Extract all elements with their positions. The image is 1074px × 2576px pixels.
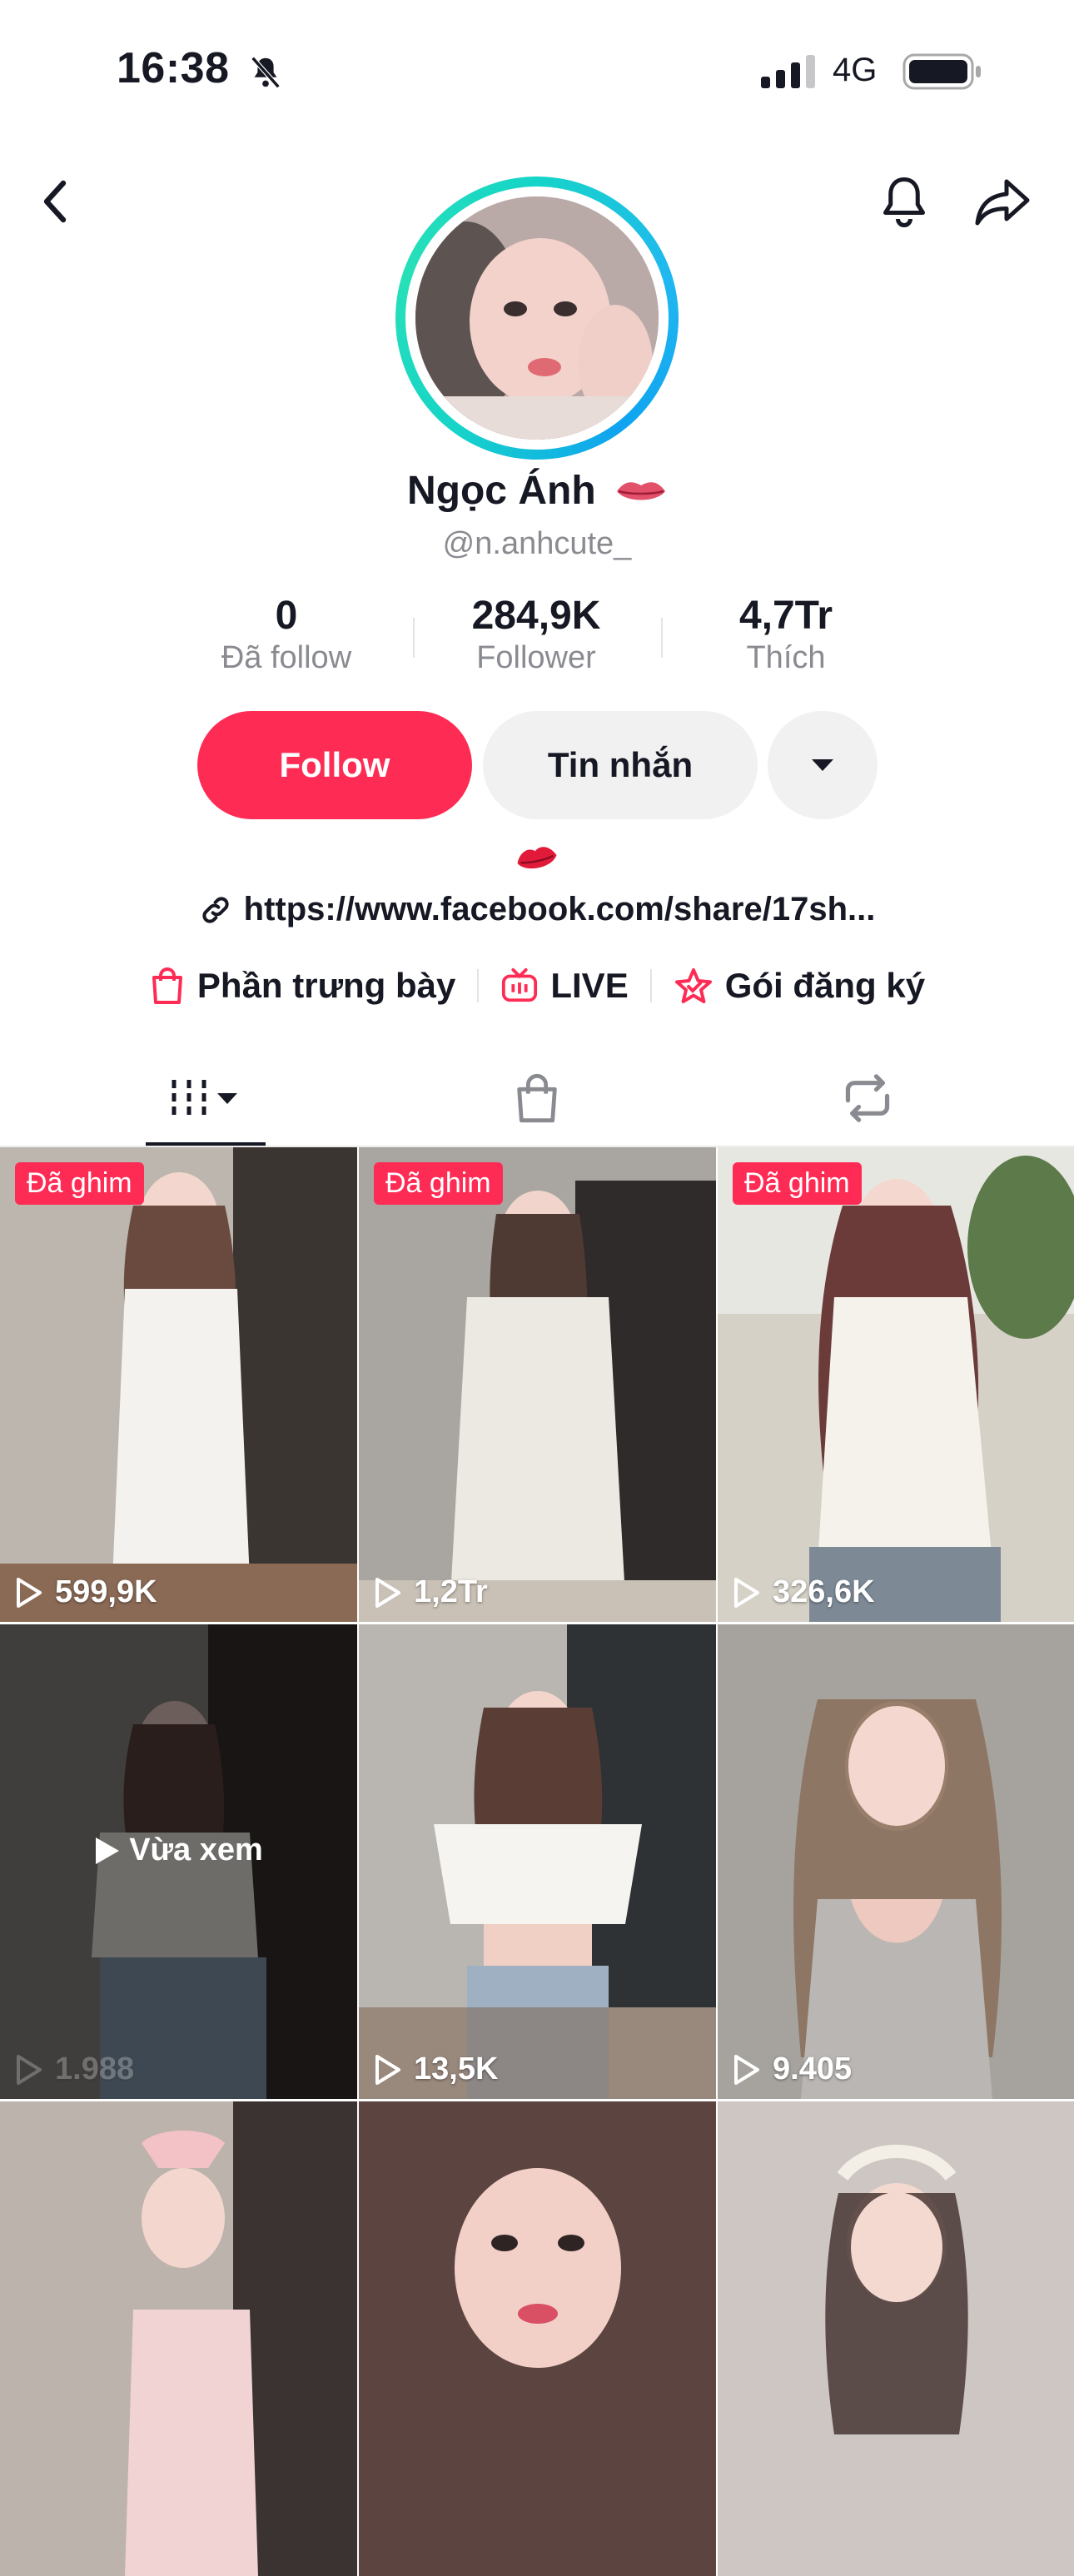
view-count: 1,2Tr — [374, 1574, 488, 1610]
play-outline-icon — [17, 1577, 42, 1608]
video-thumbnail[interactable] — [0, 2101, 357, 2576]
subscription-star-icon — [674, 968, 712, 1003]
stat-divider — [661, 618, 663, 658]
view-count: 326,6K — [733, 1574, 875, 1610]
video-thumbnail[interactable]: Đã ghim 599,9K — [0, 1147, 357, 1622]
stat-likes[interactable]: 4,7Tr Thích — [678, 593, 894, 676]
pinned-badge: Đã ghim — [15, 1162, 144, 1205]
video-thumbnail[interactable] — [718, 2101, 1074, 2576]
video-grid: Đã ghim 599,9K Đã ghim 1,2Tr Đã ghim 326… — [0, 1147, 1074, 2576]
stat-followers[interactable]: 284,9K Follower — [428, 593, 644, 676]
view-count-text: 1,2Tr — [414, 1574, 488, 1609]
share-arrow-icon — [975, 179, 1030, 226]
play-outline-icon — [375, 1577, 400, 1608]
stat-likes-value: 4,7Tr — [738, 594, 833, 638]
video-thumbnail-image — [718, 1624, 1074, 2099]
network-type: 4G — [833, 52, 878, 88]
view-count-text: 599,9K — [55, 1574, 157, 1609]
recently-watched-label: Vừa xem — [0, 1833, 357, 1868]
tab-videos[interactable] — [146, 1051, 266, 1146]
play-outline-icon — [734, 2054, 759, 2085]
view-count-text: 326,6K — [773, 1574, 875, 1609]
grid-videos-icon — [172, 1080, 237, 1116]
tab-reposts[interactable] — [808, 1051, 927, 1146]
video-thumbnail[interactable]: Vừa xem 1.988 — [0, 1624, 357, 2099]
stat-followers-label: Follower — [476, 640, 596, 675]
suggested-accounts-button[interactable] — [768, 711, 878, 819]
lips-emoji-icon — [615, 470, 667, 516]
video-thumbnail-image — [0, 1147, 357, 1622]
shopping-bag-icon — [152, 967, 182, 1004]
notification-button[interactable] — [874, 171, 934, 234]
feature-live-label: LIVE — [550, 966, 629, 1005]
feature-live[interactable]: LIVE — [479, 966, 649, 1006]
stat-likes-label: Thích — [746, 640, 826, 675]
play-outline-icon — [17, 2054, 42, 2085]
feature-showcase[interactable]: Phần trưng bày — [127, 966, 477, 1006]
view-count: 9.405 — [733, 2051, 852, 2087]
avatar[interactable] — [395, 177, 679, 460]
view-count-text: 9.405 — [773, 2051, 853, 2086]
bag-icon — [517, 1074, 557, 1123]
tab-shop[interactable] — [477, 1051, 597, 1146]
view-count-text: 13,5K — [414, 2051, 499, 2086]
video-thumbnail-image — [0, 2101, 357, 2576]
play-filled-icon — [96, 1837, 120, 1864]
play-outline-icon — [734, 1577, 759, 1608]
stat-divider — [413, 618, 415, 658]
view-count-text: 1.988 — [55, 2051, 135, 2086]
feature-subscription-label: Gói đăng ký — [724, 966, 926, 1005]
video-thumbnail[interactable]: 9.405 — [718, 1624, 1074, 2099]
recently-watched-text: Vừa xem — [129, 1833, 263, 1867]
video-thumbnail[interactable]: Đã ghim 326,6K — [718, 1147, 1074, 1622]
repost-icon — [845, 1074, 890, 1122]
video-thumbnail-image — [359, 2101, 716, 2576]
message-button[interactable]: Tin nhắn — [483, 711, 758, 819]
view-count: 599,9K — [15, 1574, 157, 1610]
bio-link-text: https://www.facebook.com/share/17sh... — [243, 891, 876, 927]
feature-subscription[interactable]: Gói đăng ký — [652, 966, 947, 1006]
play-outline-icon — [375, 2054, 400, 2085]
share-button[interactable] — [971, 171, 1034, 234]
video-thumbnail[interactable] — [359, 2101, 716, 2576]
profile-features: Phần trưng bày LIVE Gói đăng ký — [0, 966, 1074, 1006]
avatar-image — [415, 196, 659, 440]
video-thumbnail-image — [359, 1147, 716, 1622]
profile-name-text: Ngọc Ánh — [407, 469, 596, 513]
link-icon — [202, 896, 229, 923]
video-thumbnail[interactable]: Đã ghim 1,2Tr — [359, 1147, 716, 1622]
pinned-badge: Đã ghim — [733, 1162, 862, 1205]
stat-following[interactable]: 0 Đã follow — [178, 593, 395, 676]
tab-active-indicator — [146, 1142, 266, 1146]
follow-button[interactable]: Follow — [197, 711, 472, 819]
chevron-left-icon — [43, 180, 67, 223]
video-thumbnail[interactable]: 13,5K — [359, 1624, 716, 2099]
view-count: 13,5K — [374, 2051, 498, 2087]
stat-followers-value: 284,9K — [471, 594, 601, 638]
feature-showcase-label: Phần trưng bày — [196, 966, 456, 1005]
video-thumbnail-image — [718, 1147, 1074, 1622]
bell-icon — [883, 177, 925, 227]
content-tabs — [0, 1051, 1074, 1147]
caret-down-icon — [812, 759, 833, 771]
pinned-badge: Đã ghim — [374, 1162, 503, 1205]
bio-lips-icon — [514, 841, 560, 878]
bio-link[interactable]: https://www.facebook.com/share/17sh... — [0, 891, 1074, 928]
back-button[interactable] — [30, 175, 80, 228]
stat-following-label: Đã follow — [221, 640, 352, 675]
stat-following-value: 0 — [275, 594, 298, 638]
bell-slash-icon — [246, 53, 285, 96]
status-time: 16:38 — [117, 44, 230, 92]
view-count: 1.988 — [15, 2051, 134, 2087]
video-thumbnail-image — [718, 2101, 1074, 2576]
live-tv-icon — [502, 967, 538, 1002]
battery-icon — [902, 53, 982, 94]
video-thumbnail-image — [359, 1624, 716, 2099]
signal-bars-icon — [761, 55, 819, 92]
profile-name: Ngọc Ánh — [0, 468, 1074, 516]
profile-handle: @n.anhcute_ — [442, 526, 632, 561]
